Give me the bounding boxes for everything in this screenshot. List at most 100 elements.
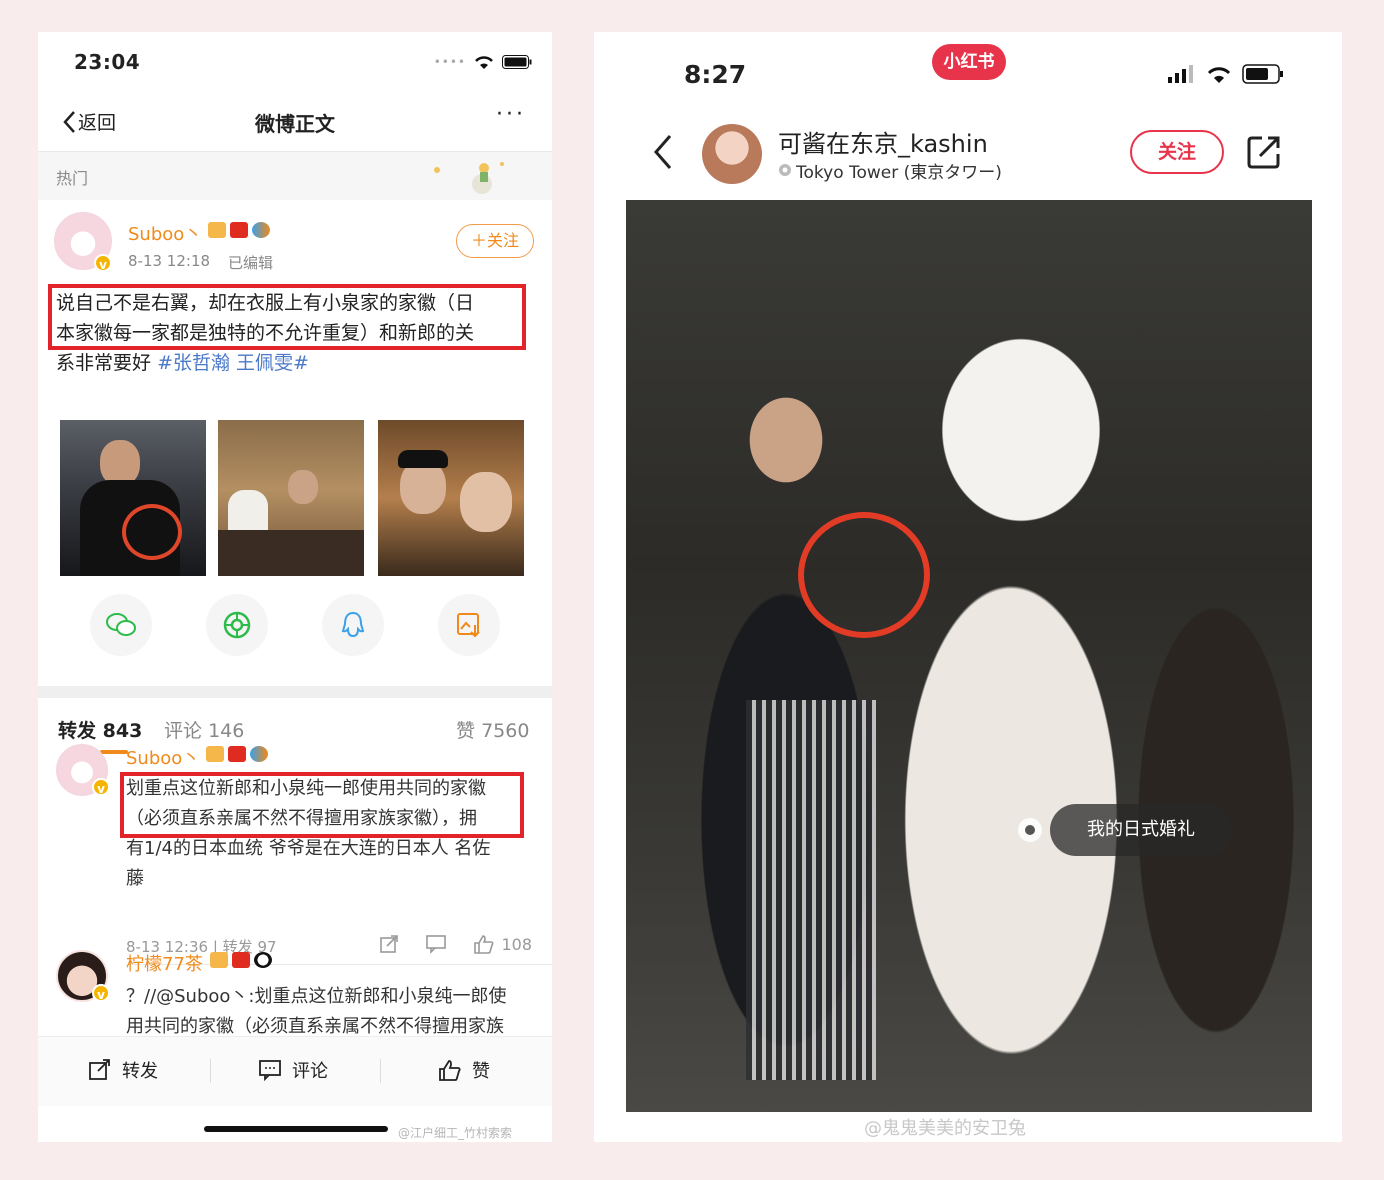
- tab-like-label: 赞: [456, 720, 476, 742]
- repost-icon: [89, 1059, 110, 1080]
- author-avatar[interactable]: [702, 124, 762, 184]
- interaction-tabs: 转发 843 评论 146 赞 7560: [38, 698, 552, 756]
- medal-badge-icon: [252, 222, 270, 238]
- post-user-name[interactable]: Suboo丶: [128, 220, 202, 246]
- tab-repost-count: 843: [102, 720, 143, 742]
- verified-badge-icon: v: [92, 778, 110, 796]
- comment-like-button[interactable]: 108: [473, 934, 532, 954]
- moments-icon: [223, 611, 251, 639]
- post-line-3-text: 系非常要好: [56, 352, 152, 374]
- post-image-3[interactable]: [378, 420, 524, 576]
- section-gap: [38, 686, 552, 698]
- medal-badge-icon: [250, 746, 268, 762]
- location-pin-icon: [779, 163, 791, 176]
- follow-button[interactable]: 关注: [1130, 130, 1224, 174]
- tab-repost[interactable]: 转发 843: [58, 716, 142, 743]
- bottom-repost-label: 转发: [122, 1061, 158, 1082]
- bottom-comment-label: 评论: [292, 1061, 328, 1082]
- location-label: Tokyo Tower (東京タワー): [796, 163, 1002, 183]
- post-time: 8-13 12:18: [128, 252, 211, 270]
- bottom-action-bar: 转发 评论 赞: [38, 1036, 552, 1106]
- comment-line-1: ？//@Suboo丶:划重点这位新郎和小泉纯一郎使: [126, 986, 507, 1007]
- comment-icon: [259, 1060, 281, 1081]
- crest-circle-marker: [122, 504, 182, 560]
- little-prince-decoration-icon: [434, 162, 504, 194]
- comment-line-3: 有1/4的日本血统 爷爷是在大连的日本人 名佐: [126, 838, 491, 859]
- wedding-photo[interactable]: 我的日式婚礼: [626, 200, 1312, 1112]
- tab-like-count: 7560: [481, 720, 530, 742]
- highlight-box: [48, 284, 526, 350]
- hashtag-link[interactable]: #张哲瀚 王佩雯#: [157, 352, 309, 374]
- status-time: 23:04: [74, 50, 141, 74]
- crown-badge-icon: [208, 222, 226, 238]
- active-tab-indicator: [100, 750, 128, 754]
- face-shape-1: [400, 460, 446, 514]
- battery-icon: [1242, 64, 1283, 84]
- tab-comment-label: 评论: [164, 720, 203, 742]
- verified-badge-icon: v: [92, 984, 110, 1002]
- highlight-box: [120, 772, 524, 838]
- wifi-icon: [475, 56, 493, 69]
- comment-line-4: 藤: [126, 868, 144, 889]
- comment-actions: 108: [379, 934, 532, 954]
- status-icons: [1168, 64, 1284, 84]
- save-image-button[interactable]: [438, 594, 500, 656]
- user-badges: [208, 222, 270, 238]
- battery-icon: [502, 55, 532, 69]
- tag-dot-icon[interactable]: [1018, 818, 1042, 842]
- bottom-comment-button[interactable]: 评论: [258, 1057, 328, 1083]
- hot-section-bar: 热门: [38, 152, 552, 200]
- follow-button[interactable]: ＋关注: [456, 224, 534, 258]
- person-shape: [288, 470, 318, 504]
- bottom-repost-button[interactable]: 转发: [88, 1057, 158, 1083]
- page-title: 微博正文: [255, 112, 335, 136]
- save-image-icon: [457, 613, 480, 638]
- user-badges: [206, 746, 268, 762]
- hot-label: 热门: [56, 169, 89, 188]
- bottom-like-button[interactable]: 赞: [438, 1057, 490, 1083]
- comment-user-name[interactable]: 柠檬77茶: [126, 950, 203, 976]
- moments-share-button[interactable]: [206, 594, 268, 656]
- comment-user-name[interactable]: Suboo丶: [126, 744, 200, 770]
- wifi-icon: [1207, 67, 1231, 83]
- share-icon[interactable]: [379, 934, 399, 954]
- china-flag-icon: [230, 222, 248, 238]
- weibo-watermark: @江户细工_竹村索索: [398, 1126, 513, 1140]
- tab-comment[interactable]: 评论 146: [164, 716, 244, 743]
- weibo-screen: 23:04 •••• 返回 微博正文 ··· 热门 v Suboo丶 8-13 …: [38, 32, 552, 1142]
- share-row: [38, 594, 552, 674]
- crest-circle-marker: [798, 512, 930, 638]
- comment-icon[interactable]: [425, 934, 447, 954]
- photo-tag[interactable]: 我的日式婚礼: [1050, 804, 1232, 856]
- china-flag-icon: [232, 952, 250, 968]
- verified-badge-icon: v: [94, 254, 112, 272]
- counter-shape: [218, 530, 364, 576]
- qq-share-button[interactable]: [322, 594, 384, 656]
- thumbs-up-icon: [439, 1060, 461, 1081]
- edited-label: 已编辑: [228, 254, 274, 272]
- post-line-3: 系非常要好 #张哲瀚 王佩雯#: [56, 348, 536, 378]
- wechat-icon: [106, 613, 136, 636]
- bottom-separator: [380, 1059, 381, 1083]
- face-shape-2: [460, 472, 512, 532]
- more-button[interactable]: ···: [496, 102, 526, 127]
- location[interactable]: Tokyo Tower (東京タワー): [778, 158, 1002, 183]
- status-bar: 23:04 ••••: [38, 32, 552, 94]
- panda-badge-icon: [254, 952, 272, 968]
- crown-badge-icon: [210, 952, 228, 968]
- tab-like[interactable]: 赞 7560: [456, 716, 529, 743]
- home-indicator: [204, 1126, 388, 1132]
- wechat-share-button[interactable]: [90, 594, 152, 656]
- post-image-1[interactable]: [60, 420, 206, 576]
- post-image-2[interactable]: [218, 420, 364, 576]
- signal-icon: [1168, 65, 1193, 83]
- xiaohongshu-screen: 8:27 小红书 可酱在东京_kashin Tokyo Tower (東京タワー…: [594, 32, 1342, 1142]
- bottom-separator: [210, 1059, 211, 1083]
- hakama-stripes-shape: [746, 700, 876, 1080]
- back-chevron-icon[interactable]: [652, 132, 674, 172]
- thumbs-up-icon: [474, 935, 494, 954]
- share-icon[interactable]: [1246, 134, 1282, 170]
- status-icons: ••••: [434, 54, 532, 70]
- author-name[interactable]: 可酱在东京_kashin: [778, 124, 988, 159]
- status-time: 8:27: [684, 60, 747, 89]
